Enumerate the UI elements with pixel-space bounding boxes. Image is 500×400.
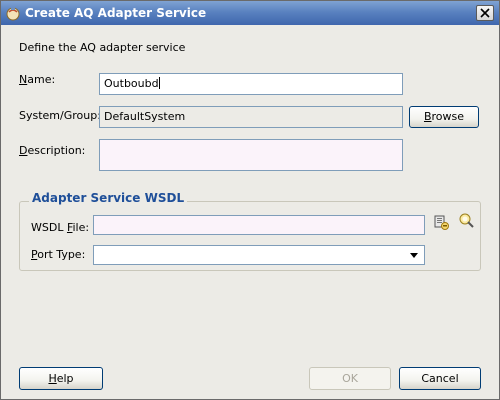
help-label-rest: elp [56,372,74,385]
port-type-select[interactable] [93,245,425,265]
system-group-field: DefaultSystem [99,106,403,128]
browse-label-rest: rowse [431,110,465,123]
title-bar[interactable]: Create AQ Adapter Service [1,1,499,25]
dialog-window: Create AQ Adapter Service Define the AQ … [0,0,500,400]
close-button[interactable] [476,5,494,21]
wsdl-browse-icon[interactable] [433,214,451,232]
wsdl-file-label: WSDL File: [31,221,89,234]
ok-button[interactable]: OK [309,367,391,390]
close-icon [480,8,490,18]
window-title: Create AQ Adapter Service [25,6,207,20]
name-label-rest: ame: [27,73,56,86]
wsdl-group-title: Adapter Service WSDL [29,191,188,205]
intro-text: Define the AQ adapter service [19,41,186,54]
help-button[interactable]: Help [19,367,103,390]
description-label-rest: escription: [27,144,86,157]
name-input[interactable]: Outboubd [99,73,403,95]
browse-button[interactable]: Browse [409,106,479,128]
browse-mnemonic: B [423,110,432,123]
name-label: Name: [19,73,55,86]
chevron-down-icon[interactable] [406,247,422,263]
app-icon [6,7,20,21]
wsdl-file-label-post: ile: [72,221,90,234]
port-type-label-rest: ort Type: [37,248,86,261]
system-group-label: System/Group: [19,109,101,122]
wsdl-file-label-pre: WSDL [31,221,67,234]
cancel-button[interactable]: Cancel [399,367,481,390]
system-group-value: DefaultSystem [104,110,186,123]
port-type-label: Port Type: [31,248,85,261]
description-label: Description: [19,144,85,157]
description-textarea[interactable] [99,139,403,171]
text-caret [158,77,160,89]
service-explorer-icon[interactable] [457,212,475,230]
wsdl-file-input[interactable] [93,215,425,235]
name-value: Outboubd [104,77,159,90]
help-mnemonic: H [48,372,57,385]
name-mnemonic: N [19,73,28,86]
